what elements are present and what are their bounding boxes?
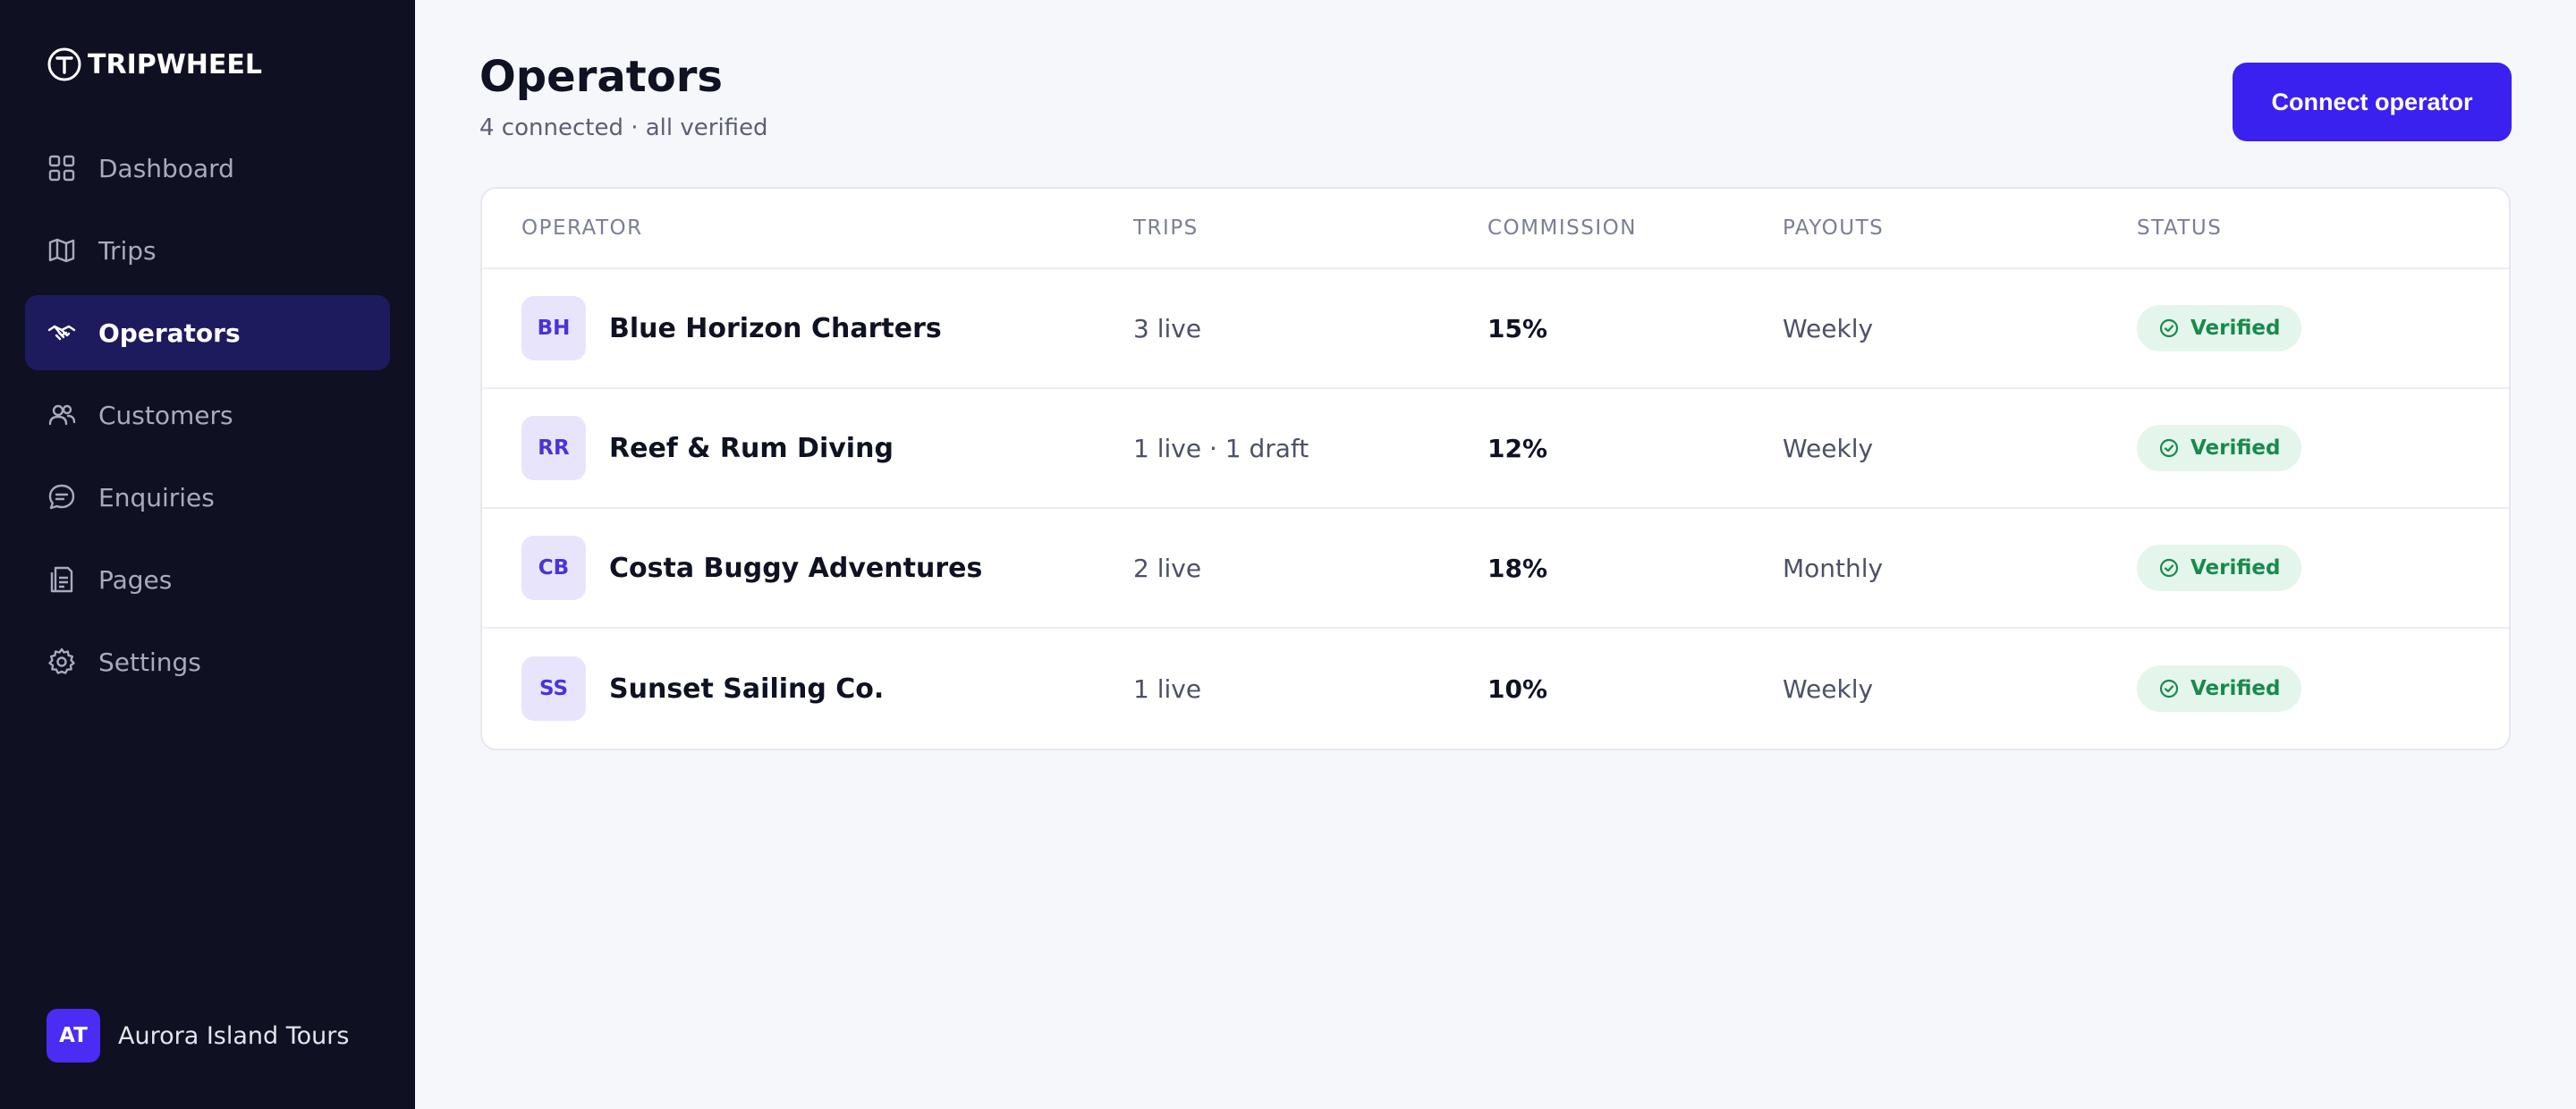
table-header: OPERATOR TRIPS COMMISSION PAYOUTS STATUS bbox=[482, 189, 2509, 269]
users-icon bbox=[47, 400, 77, 430]
chat-icon bbox=[47, 482, 77, 512]
map-icon bbox=[47, 235, 77, 266]
operator-cell: BH Blue Horizon Charters bbox=[482, 296, 1133, 360]
sidebar-item-dashboard[interactable]: Dashboard bbox=[25, 131, 390, 206]
brand-logo-link[interactable]: TRIPWHEEL bbox=[47, 47, 262, 82]
commission-cell: 12% bbox=[1487, 433, 1548, 463]
trips-cell: 1 live · 1 draft bbox=[1133, 433, 1309, 463]
tripwheel-logo-icon bbox=[47, 47, 82, 82]
sidebar-item-label: Customers bbox=[98, 400, 233, 430]
status-cell: Verified bbox=[2137, 305, 2509, 351]
sidebar: TRIPWHEEL Dashboard Trips Operators Cust… bbox=[0, 0, 415, 1109]
sidebar-item-pages[interactable]: Pages bbox=[25, 542, 390, 617]
check-circle-icon bbox=[2158, 678, 2180, 699]
check-circle-icon bbox=[2158, 317, 2180, 339]
commission-cell: 15% bbox=[1487, 313, 1548, 343]
operator-cell: CB Costa Buggy Adventures bbox=[482, 536, 1133, 600]
sidebar-item-operators[interactable]: Operators bbox=[25, 295, 390, 370]
table-row[interactable]: RR Reef & Rum Diving 1 live · 1 draft 12… bbox=[482, 389, 2509, 509]
sidebar-item-label: Enquiries bbox=[98, 482, 215, 512]
main-content: Operators 4 connected · all verified Con… bbox=[415, 0, 2576, 1109]
column-header-operator[interactable]: OPERATOR bbox=[482, 216, 1133, 240]
status-badge: Verified bbox=[2137, 545, 2302, 591]
account-switcher[interactable]: AT Aurora Island Tours bbox=[47, 1009, 349, 1062]
gear-icon bbox=[47, 647, 77, 677]
grid-icon bbox=[47, 153, 77, 183]
operator-cell: RR Reef & Rum Diving bbox=[482, 416, 1133, 480]
sidebar-nav: Dashboard Trips Operators Customers Enqu… bbox=[25, 131, 390, 707]
trips-cell: 1 live bbox=[1133, 673, 1202, 704]
account-name: Aurora Island Tours bbox=[118, 1021, 350, 1050]
status-cell: Verified bbox=[2137, 665, 2509, 712]
status-badge: Verified bbox=[2137, 425, 2302, 471]
connect-operator-button[interactable]: Connect operator bbox=[2233, 63, 2512, 141]
column-header-commission[interactable]: COMMISSION bbox=[1487, 216, 1783, 240]
page-title: Operators bbox=[479, 52, 723, 102]
sidebar-item-label: Operators bbox=[98, 317, 241, 348]
payouts-cell: Weekly bbox=[1783, 433, 1874, 463]
payouts-cell: Weekly bbox=[1783, 673, 1874, 704]
table-row[interactable]: BH Blue Horizon Charters 3 live 15% Week… bbox=[482, 269, 2509, 389]
operators-table: OPERATOR TRIPS COMMISSION PAYOUTS STATUS… bbox=[480, 187, 2511, 750]
commission-cell: 10% bbox=[1487, 673, 1548, 704]
sidebar-item-label: Settings bbox=[98, 647, 201, 677]
operator-cell: SS Sunset Sailing Co. bbox=[482, 656, 1133, 721]
sidebar-item-trips[interactable]: Trips bbox=[25, 213, 390, 288]
operator-avatar: RR bbox=[521, 416, 586, 480]
operator-name[interactable]: Blue Horizon Charters bbox=[609, 313, 942, 344]
operator-avatar: SS bbox=[521, 656, 586, 721]
handshake-icon bbox=[47, 317, 77, 348]
sidebar-item-label: Dashboard bbox=[98, 153, 234, 183]
sidebar-item-label: Pages bbox=[98, 564, 173, 595]
payouts-cell: Weekly bbox=[1783, 313, 1874, 343]
sidebar-item-label: Trips bbox=[98, 235, 157, 266]
app-root: TRIPWHEEL Dashboard Trips Operators Cust… bbox=[0, 0, 2576, 1109]
sidebar-item-customers[interactable]: Customers bbox=[25, 377, 390, 453]
brand-name: TRIPWHEEL bbox=[88, 48, 263, 80]
column-header-payouts[interactable]: PAYOUTS bbox=[1783, 216, 2137, 240]
trips-cell: 2 live bbox=[1133, 553, 1202, 583]
status-label: Verified bbox=[2190, 556, 2281, 580]
check-circle-icon bbox=[2158, 437, 2180, 459]
trips-cell: 3 live bbox=[1133, 313, 1202, 343]
table-row[interactable]: SS Sunset Sailing Co. 1 live 10% Weekly … bbox=[482, 629, 2509, 749]
operator-avatar: CB bbox=[521, 536, 586, 600]
sidebar-item-settings[interactable]: Settings bbox=[25, 624, 390, 699]
avatar: AT bbox=[47, 1009, 100, 1062]
sidebar-item-enquiries[interactable]: Enquiries bbox=[25, 460, 390, 535]
operator-name[interactable]: Reef & Rum Diving bbox=[609, 433, 894, 464]
status-label: Verified bbox=[2190, 317, 2281, 340]
status-badge: Verified bbox=[2137, 305, 2302, 351]
check-circle-icon bbox=[2158, 557, 2180, 579]
pages-icon bbox=[47, 564, 77, 595]
status-cell: Verified bbox=[2137, 425, 2509, 471]
status-badge: Verified bbox=[2137, 665, 2302, 712]
status-label: Verified bbox=[2190, 677, 2281, 700]
operator-name[interactable]: Sunset Sailing Co. bbox=[609, 673, 884, 705]
status-label: Verified bbox=[2190, 436, 2281, 460]
page-subtitle: 4 connected · all verified bbox=[479, 114, 768, 141]
commission-cell: 18% bbox=[1487, 553, 1548, 583]
operator-avatar: BH bbox=[521, 296, 586, 360]
column-header-trips[interactable]: TRIPS bbox=[1133, 216, 1487, 240]
payouts-cell: Monthly bbox=[1783, 553, 1884, 583]
status-cell: Verified bbox=[2137, 545, 2509, 591]
column-header-status[interactable]: STATUS bbox=[2137, 216, 2509, 240]
operator-name[interactable]: Costa Buggy Adventures bbox=[609, 553, 982, 584]
table-row[interactable]: CB Costa Buggy Adventures 2 live 18% Mon… bbox=[482, 509, 2509, 629]
